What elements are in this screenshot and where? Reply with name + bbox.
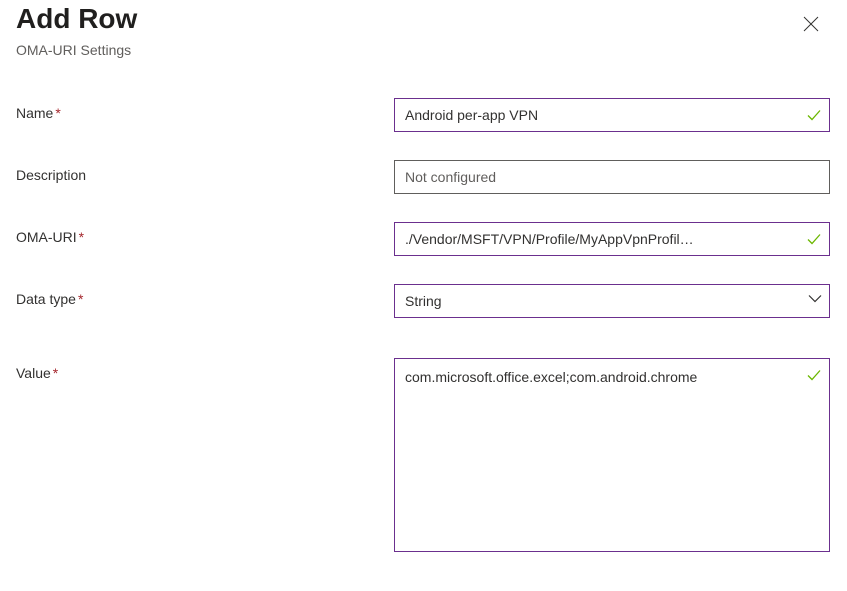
label-name-text: Name bbox=[16, 105, 53, 121]
description-input[interactable] bbox=[394, 160, 830, 194]
title-block: Add Row OMA-URI Settings bbox=[16, 2, 137, 58]
close-icon bbox=[803, 16, 819, 35]
name-input[interactable] bbox=[394, 98, 830, 132]
panel-header: Add Row OMA-URI Settings bbox=[16, 0, 831, 58]
row-datatype: Data type* String bbox=[16, 284, 831, 318]
control-value bbox=[394, 358, 830, 557]
value-textarea[interactable] bbox=[394, 358, 830, 552]
label-value-text: Value bbox=[16, 365, 51, 381]
label-name: Name* bbox=[16, 98, 394, 121]
label-description-text: Description bbox=[16, 167, 86, 183]
control-datatype: String bbox=[394, 284, 830, 318]
control-omauri bbox=[394, 222, 830, 256]
add-row-panel: Add Row OMA-URI Settings Name* bbox=[0, 0, 847, 557]
row-omauri: OMA-URI* bbox=[16, 222, 831, 256]
control-name bbox=[394, 98, 830, 132]
row-description: Description bbox=[16, 160, 831, 194]
close-button[interactable] bbox=[795, 8, 827, 43]
label-omauri: OMA-URI* bbox=[16, 222, 394, 245]
omauri-input[interactable] bbox=[394, 222, 830, 256]
form: Name* Description OMA-URI bbox=[16, 98, 831, 557]
label-description: Description bbox=[16, 160, 394, 183]
label-value: Value* bbox=[16, 358, 394, 381]
row-value: Value* bbox=[16, 358, 831, 557]
datatype-value: String bbox=[405, 293, 442, 309]
control-description bbox=[394, 160, 830, 194]
panel-title: Add Row bbox=[16, 2, 137, 36]
datatype-select[interactable]: String bbox=[394, 284, 830, 318]
label-datatype-text: Data type bbox=[16, 291, 76, 307]
required-indicator: * bbox=[78, 291, 83, 307]
label-datatype: Data type* bbox=[16, 284, 394, 307]
required-indicator: * bbox=[55, 105, 60, 121]
label-omauri-text: OMA-URI bbox=[16, 229, 77, 245]
panel-subtitle: OMA-URI Settings bbox=[16, 42, 137, 58]
required-indicator: * bbox=[79, 229, 84, 245]
required-indicator: * bbox=[53, 365, 58, 381]
row-name: Name* bbox=[16, 98, 831, 132]
